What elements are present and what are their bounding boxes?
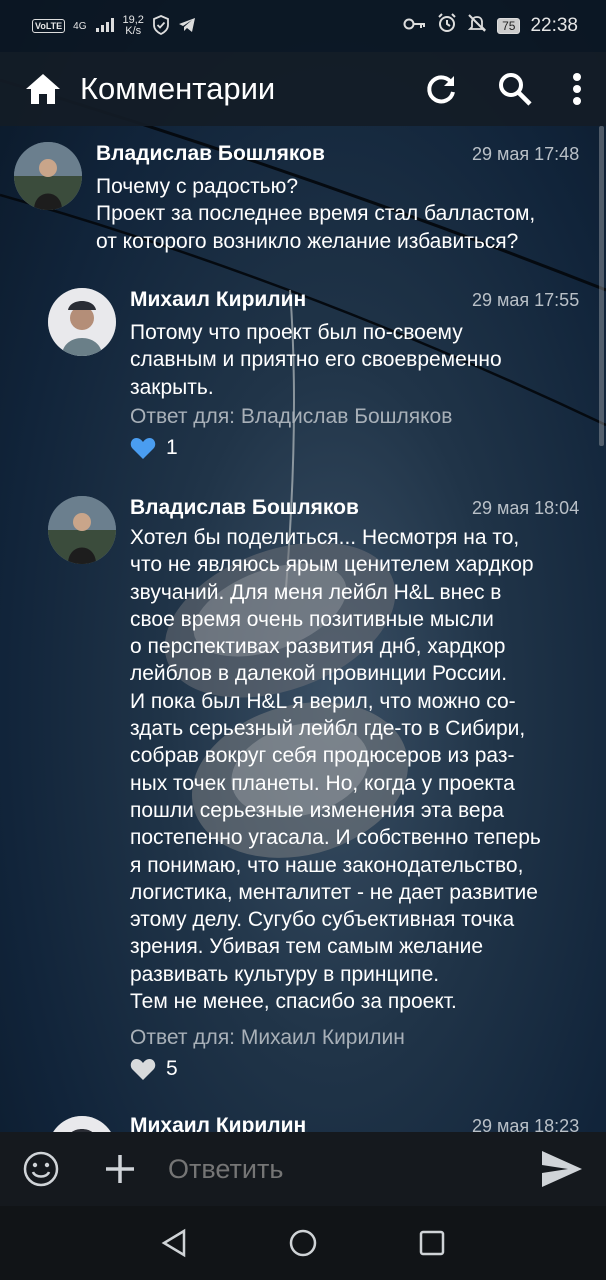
comments-list[interactable]: Владислав Бошляков 29 мая 17:48 Почему с…: [0, 126, 606, 1132]
comment-date: 29 мая 18:04: [472, 498, 580, 518]
comment-item[interactable]: Владислав Бошляков 29 мая 18:04 Хотел бы…: [0, 482, 606, 1102]
signal-icon: [95, 17, 115, 36]
app-bar: Комментарии: [0, 52, 606, 126]
comment-author[interactable]: Владислав Бошляков: [130, 496, 359, 520]
net-speed: 19,2 K/s: [123, 15, 144, 37]
comment-text: Хотел бы поделиться... Несмотря на то, ч…: [130, 526, 541, 1014]
heart-icon: [130, 1058, 156, 1080]
network-type: 4G: [73, 20, 87, 32]
comment-item[interactable]: Михаил Кирилин 29 мая 18:23: [0, 1102, 606, 1132]
reply-input[interactable]: [168, 1153, 508, 1185]
comment-author[interactable]: Михаил Кирилин: [130, 288, 306, 312]
comment-text: Почему с радостью? Проект за последнее в…: [96, 175, 536, 253]
comment-author[interactable]: Владислав Бошляков: [96, 142, 325, 166]
alarm-icon: [437, 13, 457, 39]
system-nav-bar: [0, 1206, 606, 1280]
plus-icon[interactable]: [104, 1153, 136, 1185]
home-circle-icon[interactable]: [288, 1228, 318, 1258]
reply-to-label[interactable]: Ответ для: Михаил Кирилин: [130, 1026, 405, 1050]
avatar[interactable]: [48, 496, 116, 564]
scrollbar[interactable]: [599, 126, 604, 446]
vpn-shield-icon: [152, 14, 170, 38]
battery-indicator: 75: [497, 18, 521, 34]
search-icon[interactable]: [498, 72, 532, 106]
heart-filled-icon: [130, 437, 156, 459]
emoji-icon[interactable]: [22, 1150, 60, 1188]
like-count: 5: [166, 1057, 178, 1080]
reply-bar: [0, 1132, 606, 1206]
more-icon[interactable]: [572, 72, 582, 106]
telegram-icon: [178, 17, 196, 36]
status-bar: VoLTE 4G 19,2 K/s 75 22:38: [0, 0, 606, 52]
comment-date: 29 мая 18:23: [472, 1116, 580, 1132]
comment-date: 29 мая 17:48: [472, 144, 580, 164]
send-icon[interactable]: [540, 1149, 584, 1189]
key-icon: [403, 15, 427, 37]
back-icon[interactable]: [160, 1228, 188, 1258]
comment-item[interactable]: Михаил Кирилин 29 мая 17:55 Потому что п…: [0, 272, 606, 462]
recents-icon[interactable]: [418, 1229, 446, 1257]
comment-text: Потому что проект был по-своему славным …: [130, 321, 502, 399]
like-button[interactable]: 5: [130, 1057, 178, 1081]
avatar[interactable]: [48, 1116, 116, 1132]
comment-item[interactable]: Владислав Бошляков 29 мая 17:48 Почему с…: [0, 126, 606, 266]
volte-badge: VoLTE: [32, 19, 66, 33]
net-speed-unit: K/s: [125, 25, 142, 37]
avatar[interactable]: [48, 288, 116, 356]
page-title: Комментарии: [80, 71, 276, 106]
refresh-icon[interactable]: [424, 72, 458, 106]
mute-icon: [467, 13, 487, 39]
reply-to-label[interactable]: Ответ для: Владислав Бошляков: [130, 405, 452, 429]
like-count: 1: [166, 436, 178, 459]
home-icon[interactable]: [24, 72, 62, 106]
avatar[interactable]: [14, 142, 82, 210]
comment-author[interactable]: Михаил Кирилин: [130, 1114, 306, 1132]
clock: 22:38: [530, 15, 578, 36]
comment-date: 29 мая 17:55: [472, 290, 580, 310]
like-button[interactable]: 1: [130, 436, 178, 460]
